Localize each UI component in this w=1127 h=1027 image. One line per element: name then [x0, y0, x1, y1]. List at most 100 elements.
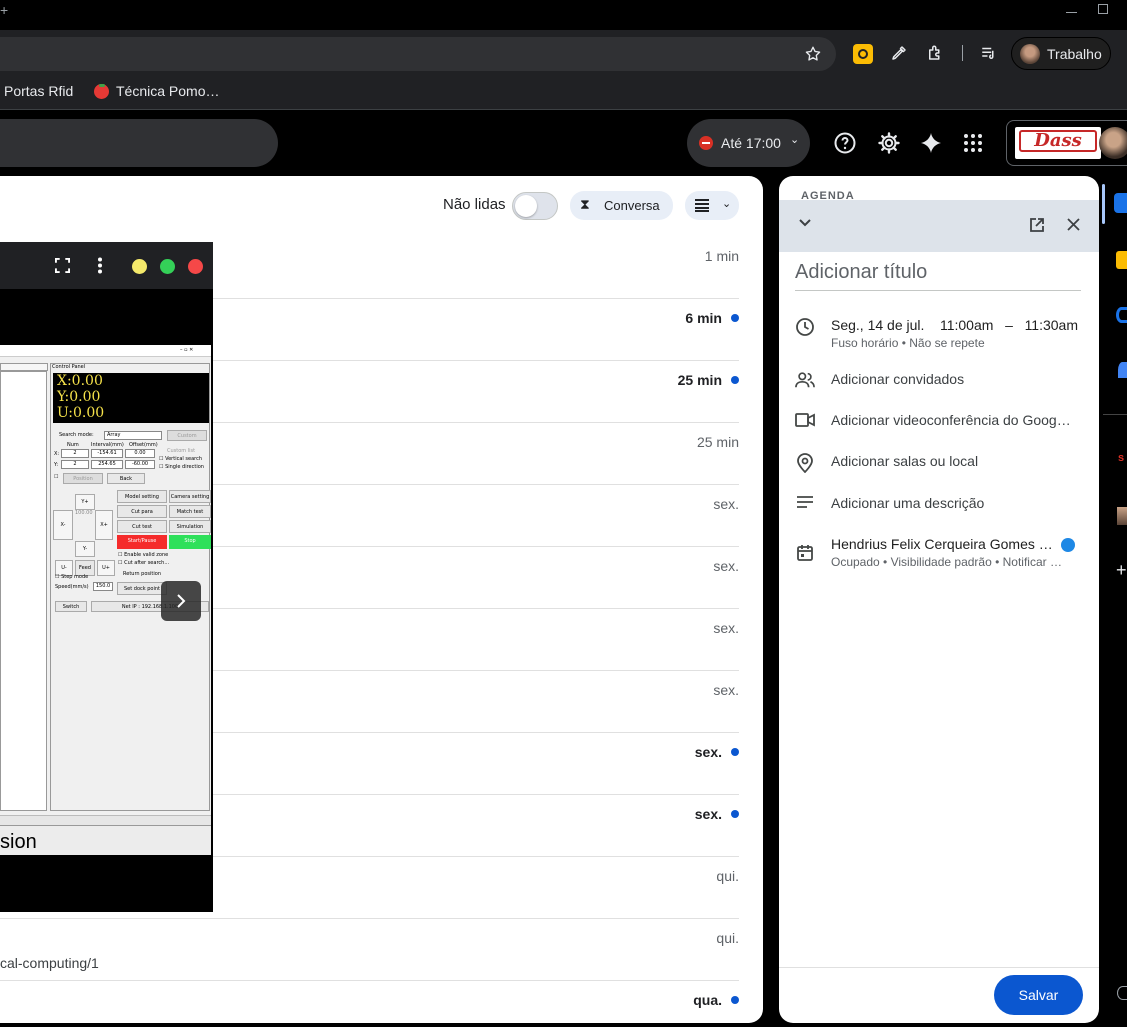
minimize-icon[interactable]	[1066, 12, 1077, 13]
description-lines-icon	[797, 496, 813, 508]
close-icon[interactable]	[1067, 218, 1080, 231]
address-bar[interactable]	[0, 37, 836, 71]
mail-row-time: 25 min	[696, 434, 739, 450]
calendar-app-icon[interactable]	[1114, 193, 1127, 213]
sw-left-header	[0, 363, 48, 371]
mail-row-time: sex.	[713, 496, 739, 512]
contacts-app-icon[interactable]	[1118, 362, 1127, 378]
sw-model-setting: Model setting	[117, 490, 167, 503]
sw-simulation: Simulation	[169, 520, 211, 533]
videocam-icon	[795, 413, 815, 427]
unread-dot-icon	[731, 810, 739, 818]
sw-caption-bar: sion	[0, 825, 211, 855]
active-app-indicator	[1102, 184, 1105, 224]
sw-control-panel-title: Control Panel	[52, 364, 86, 370]
footer-divider	[779, 967, 1099, 968]
event-time-dash: –	[1005, 317, 1013, 333]
sw-titlebar: – ▫ ✕	[0, 345, 211, 357]
event-title-input[interactable]: Adicionar título	[795, 261, 1081, 291]
gemini-sparkle-icon[interactable]	[919, 131, 943, 155]
status-chip[interactable]: Até 17:00 ⌄	[687, 119, 810, 167]
event-end-time[interactable]: 11:30am	[1025, 317, 1078, 333]
density-menu-button[interactable]: ⌄	[685, 191, 739, 220]
minimize-dot-icon[interactable]	[132, 259, 147, 274]
unread-filter-label: Não lidas	[443, 196, 506, 213]
calendar-side-panel: AGENDA Adicionar título Seg., 14 de jul.…	[779, 176, 1099, 1023]
sw-xplus: X+	[95, 510, 113, 540]
video-titlebar	[0, 242, 213, 289]
brand-logo-text: Dass	[1019, 130, 1097, 152]
unread-toggle[interactable]	[512, 192, 558, 220]
chevron-right-icon	[177, 594, 186, 608]
sw-col-interval: Interval(mm)	[91, 442, 124, 448]
event-start-time[interactable]: 11:00am	[940, 317, 993, 333]
sw-readout: X:0.00 Y:0.00 U:0.00	[53, 373, 209, 423]
profile-chip[interactable]: Trabalho	[1011, 37, 1111, 70]
save-button[interactable]: Salvar	[994, 975, 1083, 1015]
add-description-row[interactable]: Adicionar uma descrição	[779, 495, 1099, 511]
open-in-new-icon[interactable]	[1029, 217, 1045, 233]
sw-stop: Stop	[169, 535, 211, 549]
list-density-icon	[695, 199, 709, 212]
sw-xminus: X-	[53, 510, 73, 540]
maximize-dot-icon[interactable]	[160, 259, 175, 274]
collapse-chevron-icon[interactable]	[799, 219, 811, 227]
bookmark-tecnica-pomodoro[interactable]: Técnica Pomo…	[116, 83, 219, 99]
media-queue-icon[interactable]	[980, 44, 998, 62]
mail-row-time: 6 min	[685, 310, 722, 326]
help-icon[interactable]	[833, 131, 857, 155]
calendar-owner-row[interactable]: Hendrius Felix Cerqueira Gomes … Ocupado…	[779, 536, 1099, 569]
hourglass-icon: ⧗	[580, 196, 590, 212]
sw-set-dock-point: Set dock point	[117, 582, 167, 595]
unread-dot-icon	[731, 748, 739, 756]
sw-cut-test: Cut test	[117, 520, 167, 533]
calendar-color-dot[interactable]	[1061, 538, 1075, 552]
video-next-button[interactable]	[161, 581, 201, 621]
video-player-window[interactable]: – ▫ ✕ Control Panel X:0.00 Y:0.00 U:0.00…	[0, 242, 213, 912]
calendar-owner-name: Hendrius Felix Cerqueira Gomes …	[831, 536, 1053, 552]
add-video-row[interactable]: Adicionar videoconferência do Goog…	[779, 412, 1099, 428]
sw-col-offset: Offset(mm)	[129, 442, 158, 448]
event-time-row[interactable]: Seg., 14 de jul. 11:00am – 11:30am Fuso …	[779, 317, 1099, 350]
apps-grid-icon[interactable]	[961, 131, 985, 155]
conversation-view-button[interactable]: ⧗ Conversa	[570, 191, 673, 220]
keep-app-icon[interactable]	[1116, 251, 1127, 269]
mail-row-time: qua.	[693, 992, 722, 1008]
add-location-row[interactable]: Adicionar salas ou local	[779, 453, 1099, 473]
restore-icon[interactable]	[1098, 4, 1108, 14]
event-timezone-line[interactable]: Fuso horário • Não se repete	[831, 336, 1078, 350]
sw-readout-y: Y:0.00	[57, 389, 101, 405]
extensions-puzzle-icon[interactable]	[926, 44, 944, 62]
eyedropper-icon[interactable]	[890, 44, 908, 62]
mail-search-input[interactable]	[0, 119, 278, 167]
add-guests-row[interactable]: Adicionar convidados	[779, 371, 1099, 389]
mail-row[interactable]: qua.	[0, 981, 739, 1023]
bookmark-star-icon[interactable]	[804, 45, 822, 63]
fullscreen-icon[interactable]	[55, 258, 70, 273]
account-switcher[interactable]: Dass	[1006, 120, 1127, 166]
chevron-down-icon: ⌄	[790, 134, 800, 146]
close-dot-icon[interactable]	[188, 259, 203, 274]
info-icon[interactable]	[1117, 986, 1127, 1000]
sw-camera-setting: Camera setting	[169, 490, 211, 503]
sw-yplus: Y+	[75, 494, 95, 510]
guests-icon	[795, 372, 815, 388]
calendar-icon	[797, 545, 813, 561]
mail-row[interactable]: qui. cal-computing/1	[0, 919, 739, 981]
more-vert-icon[interactable]	[96, 257, 104, 274]
sw-x-num: 2	[61, 449, 89, 458]
sw-switch: Switch	[55, 601, 87, 612]
sw-custom-list: Custom list	[167, 448, 196, 454]
event-date[interactable]: Seg., 14 de jul.	[831, 317, 924, 333]
add-addon-icon[interactable]: +	[1116, 560, 1127, 581]
mail-row-time: 1 min	[704, 248, 739, 264]
addon-red-icon[interactable]: s	[1118, 452, 1124, 464]
addon-photo-icon[interactable]	[1117, 507, 1127, 525]
mail-row-time: sex.	[713, 558, 739, 574]
tasks-app-icon[interactable]	[1116, 307, 1127, 323]
new-tab-icon[interactable]: +	[0, 2, 8, 18]
rail-divider	[1103, 414, 1127, 415]
bookmark-portas-rfid[interactable]: Portas Rfid	[4, 83, 73, 99]
settings-gear-icon[interactable]	[877, 131, 901, 155]
extension-icon[interactable]	[853, 44, 873, 64]
